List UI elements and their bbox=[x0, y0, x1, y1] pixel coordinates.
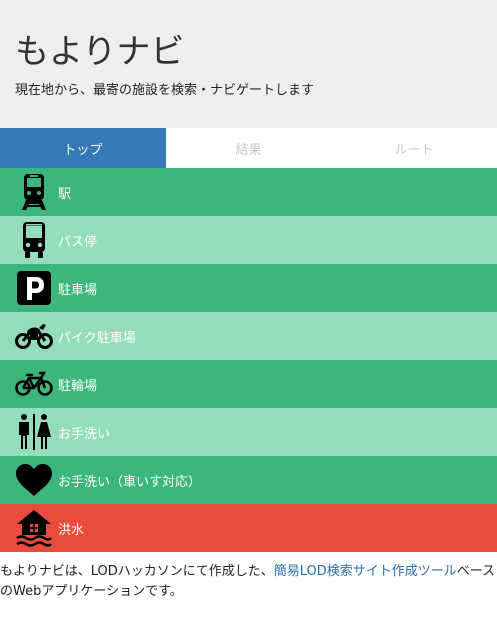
category-item-motorcycle-parking[interactable]: バイク駐車場 bbox=[0, 312, 497, 360]
app-subtitle: 現在地から、最寄の施設を検索・ナビゲートします bbox=[15, 83, 315, 98]
category-item-flood[interactable]: 洪水 bbox=[0, 504, 497, 552]
footer-text-before: もよりナビは、LODハッカソンにて作成した、 bbox=[0, 564, 274, 579]
category-item-restroom[interactable]: お手洗い bbox=[0, 408, 497, 456]
category-list: 駅 バス停 駐車場 バイク駐車場 駐輪場 お手洗い お手洗い（車いす対応） 洪水 bbox=[0, 168, 497, 552]
heart-icon bbox=[14, 460, 54, 500]
category-label: バス停 bbox=[58, 234, 98, 250]
category-label: 駐車場 bbox=[58, 282, 98, 298]
tab-top[interactable]: トップ bbox=[0, 128, 166, 168]
tab-route[interactable]: ルート bbox=[331, 128, 497, 168]
footer-description: もよりナビは、LODハッカソンにて作成した、簡易LOD検索サイト作成ツールベース… bbox=[0, 562, 497, 602]
tab-bar: トップ 結果 ルート bbox=[0, 128, 497, 168]
tab-results[interactable]: 結果 bbox=[166, 128, 332, 168]
category-label: 駅 bbox=[58, 186, 72, 202]
app-header: もよりナビ 現在地から、最寄の施設を検索・ナビゲートします bbox=[0, 0, 497, 128]
bus-icon bbox=[14, 220, 54, 260]
train-icon bbox=[14, 172, 54, 212]
category-item-parking[interactable]: 駐車場 bbox=[0, 264, 497, 312]
flood-house-icon bbox=[14, 508, 54, 548]
bicycle-icon bbox=[14, 364, 54, 404]
category-item-bus-stop[interactable]: バス停 bbox=[0, 216, 497, 264]
category-label: お手洗い bbox=[58, 426, 111, 442]
category-item-station[interactable]: 駅 bbox=[0, 168, 497, 216]
category-label: バイク駐車場 bbox=[58, 330, 136, 346]
category-label: 洪水 bbox=[58, 522, 85, 538]
category-item-bicycle-parking[interactable]: 駐輪場 bbox=[0, 360, 497, 408]
category-label: 駐輪場 bbox=[58, 378, 98, 394]
tool-link[interactable]: 簡易LOD検索サイト作成ツール bbox=[274, 564, 457, 579]
motorcycle-icon bbox=[14, 316, 54, 356]
restroom-icon bbox=[14, 412, 54, 452]
parking-icon bbox=[14, 268, 54, 308]
app-title: もよりナビ bbox=[15, 32, 185, 72]
category-label: お手洗い（車いす対応） bbox=[58, 474, 202, 490]
category-item-accessible-restroom[interactable]: お手洗い（車いす対応） bbox=[0, 456, 497, 504]
